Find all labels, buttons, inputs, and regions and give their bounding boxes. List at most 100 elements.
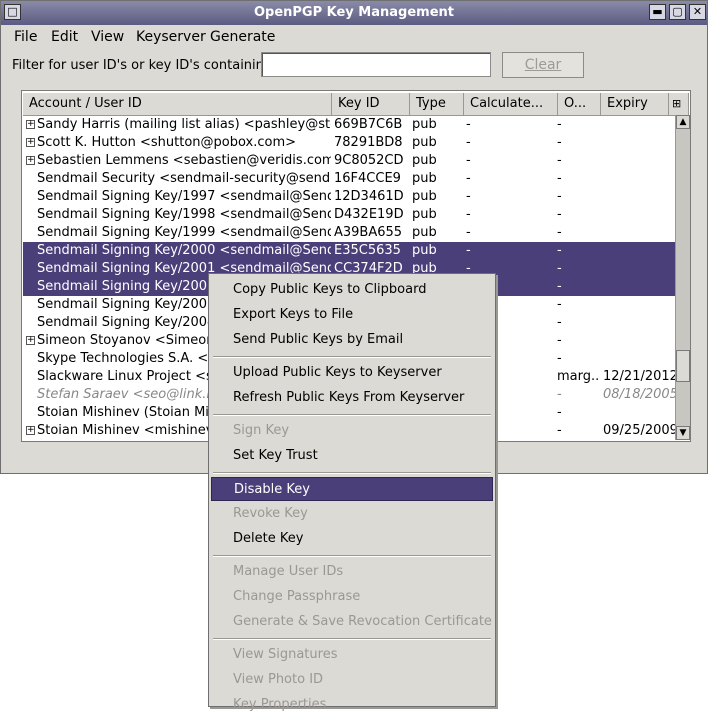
table-row[interactable]: Sendmail Signing Key/1999 <sendmail@Send… — [23, 224, 675, 242]
cell-owner-trust: - — [557, 387, 562, 402]
col-header-user-id[interactable]: Account / User ID — [23, 93, 332, 115]
menu-generate[interactable]: Generate — [210, 29, 275, 45]
menu-item-view-photo-id: View Photo ID — [233, 672, 324, 687]
cell-owner-trust: - — [557, 405, 562, 420]
menu-item-manage-user-ids: Manage User IDs — [233, 564, 344, 579]
cell-key-id: 78291BD8 — [334, 135, 403, 150]
menu-item-copy-public-keys-to-clipboard[interactable]: Copy Public Keys to Clipboard — [211, 278, 493, 302]
cell-owner-trust: - — [557, 243, 562, 258]
col-header-key-id[interactable]: Key ID — [332, 93, 410, 115]
cell-calculated-trust: - — [466, 171, 471, 186]
menu-item-refresh-public-keys-from-keyserver[interactable]: Refresh Public Keys From Keyserver — [211, 386, 493, 410]
cell-key-id: 16F4CCE9 — [334, 171, 401, 186]
scroll-up-icon[interactable]: ▲ — [676, 115, 690, 129]
cell-owner-trust: - — [557, 297, 562, 312]
menu-edit[interactable]: Edit — [51, 29, 78, 45]
cell-type: pub — [412, 117, 437, 132]
cell-expiry: 09/25/2009 — [603, 423, 675, 438]
cell-expiry: 08/18/2005 — [603, 387, 675, 402]
cell-owner-trust: - — [557, 351, 562, 366]
menu-item-sign-key: Sign Key — [233, 423, 290, 438]
menu-item-delete-key[interactable]: Delete Key — [211, 527, 493, 551]
menu-view[interactable]: View — [91, 29, 124, 45]
menu-item-change-passphrase: Change Passphrase — [233, 589, 361, 604]
cell-type: pub — [412, 135, 437, 150]
expand-icon[interactable]: + — [26, 336, 35, 345]
cell-owner-trust: - — [557, 333, 562, 348]
cell-owner-trust: - — [557, 135, 562, 150]
cell-key-id: 669B7C6B — [334, 117, 403, 132]
cell-calculated-trust: - — [466, 153, 471, 168]
cell-owner-trust: - — [557, 315, 562, 330]
cell-type: pub — [412, 189, 437, 204]
cell-owner-trust: - — [557, 153, 562, 168]
menu-separator — [213, 356, 491, 358]
expand-icon[interactable]: + — [26, 138, 35, 147]
column-chooser-icon[interactable]: ⊞ — [669, 93, 689, 115]
title-bar[interactable]: □ OpenPGP Key Management ▬ ▢ ✕ — [1, 1, 707, 25]
menu-keyserver[interactable]: Keyserver — [136, 29, 206, 45]
table-row[interactable]: Sendmail Security <sendmail-security@sen… — [23, 170, 675, 188]
cell-owner-trust: - — [557, 225, 562, 240]
table-row[interactable]: Sendmail Signing Key/1997 <sendmail@Send… — [23, 188, 675, 206]
menu-item-export-keys-to-file[interactable]: Export Keys to File — [211, 303, 493, 327]
cell-user-id: Sendmail Signing Key/1998 <sendmail@Send… — [37, 207, 331, 222]
cell-type: pub — [412, 225, 437, 240]
menu-item-upload-public-keys-to-keyserver[interactable]: Upload Public Keys to Keyserver — [211, 361, 493, 385]
cell-user-id: Sebastien Lemmens <sebastien@veridis.com… — [37, 153, 331, 168]
vertical-scrollbar[interactable]: ▲ ▼ — [675, 115, 690, 440]
menu-separator — [213, 414, 491, 416]
cell-owner-trust: - — [557, 423, 562, 438]
cell-owner-trust: - — [557, 189, 562, 204]
col-header-type[interactable]: Type — [410, 93, 464, 115]
cell-user-id: Sendmail Signing Key/1999 <sendmail@Send… — [37, 225, 331, 240]
menu-item-send-public-keys-by-email[interactable]: Send Public Keys by Email — [211, 328, 493, 352]
maximize-icon[interactable]: ▢ — [669, 4, 686, 20]
col-header-owner[interactable]: O... — [558, 93, 601, 115]
table-row[interactable]: + Sandy Harris (mailing list alias) <pash… — [23, 116, 675, 134]
cell-calculated-trust: - — [466, 189, 471, 204]
filter-input[interactable] — [261, 52, 491, 77]
col-header-expiry[interactable]: Expiry — [601, 93, 669, 115]
close-icon[interactable]: ✕ — [689, 4, 706, 20]
expand-icon[interactable]: + — [26, 120, 35, 129]
menu-file[interactable]: File — [14, 29, 37, 45]
cell-owner-trust: - — [557, 261, 562, 276]
cell-calculated-trust: - — [466, 225, 471, 240]
cell-owner-trust: - — [557, 171, 562, 186]
cell-user-id: Sandy Harris (mailing list alias) <pashl… — [37, 117, 331, 132]
scroll-down-icon[interactable]: ▼ — [676, 426, 690, 440]
table-row[interactable]: Sendmail Signing Key/2000 <sendmail@Send… — [23, 242, 675, 260]
cell-expiry: 12/21/2012 — [603, 369, 675, 384]
cell-calculated-trust: - — [466, 207, 471, 222]
clear-button[interactable]: Clear — [502, 52, 584, 78]
menu-item-view-signatures: View Signatures — [233, 647, 338, 662]
window-menu-icon[interactable]: □ — [4, 4, 21, 20]
cell-type: pub — [412, 207, 437, 222]
cell-key-id: 12D3461D — [334, 189, 404, 204]
menu-item-set-key-trust[interactable]: Set Key Trust — [211, 444, 493, 468]
cell-user-id: Sendmail Signing Key/2000 <sendmail@Send… — [37, 243, 331, 258]
menubar: File Edit View Keyserver Generate — [1, 25, 707, 49]
cell-user-id: Scott K. Hutton <shutton@pobox.com> — [37, 135, 297, 150]
context-menu: Copy Public Keys to Clipboard Export Keys… — [208, 273, 496, 712]
table-row[interactable]: + Scott K. Hutton <shutton@pobox.com> 7829… — [23, 134, 675, 152]
cell-type: pub — [412, 153, 437, 168]
cell-type: pub — [412, 243, 437, 258]
table-row[interactable]: Sendmail Signing Key/1998 <sendmail@Send… — [23, 206, 675, 224]
cell-calculated-trust: - — [466, 117, 471, 132]
cell-owner-trust: - — [557, 207, 562, 222]
minimize-icon[interactable]: ▬ — [649, 4, 666, 20]
scrollbar-thumb[interactable] — [676, 350, 690, 382]
expand-icon[interactable]: + — [26, 426, 35, 435]
menu-item-revoke-key: Revoke Key — [233, 506, 308, 521]
cell-user-id: Sendmail Signing Key/1997 <sendmail@Send… — [37, 189, 331, 204]
cell-user-id: Sendmail Security <sendmail-security@sen… — [37, 171, 331, 186]
cell-key-id: E35C5635 — [334, 243, 401, 258]
col-header-calculated[interactable]: Calculate... — [464, 93, 558, 115]
expand-icon[interactable]: + — [26, 156, 35, 165]
menu-separator — [213, 638, 491, 640]
menu-item-disable-key[interactable]: Disable Key — [211, 477, 493, 501]
table-row[interactable]: + Sebastien Lemmens <sebastien@veridis.co… — [23, 152, 675, 170]
menu-item-generate-save-revocation-certificate: Generate & Save Revocation Certificate — [233, 614, 492, 629]
